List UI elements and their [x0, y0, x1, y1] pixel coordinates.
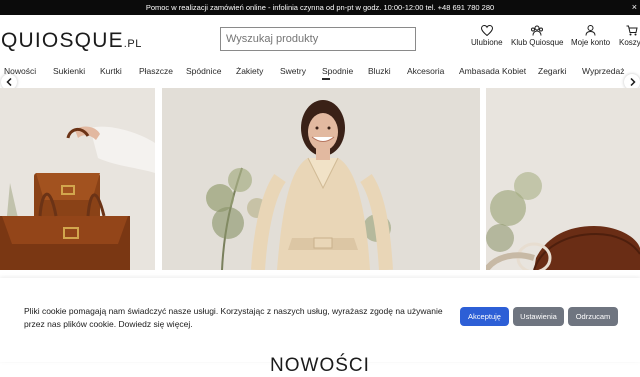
nav-item-spodnie[interactable]: Spodnie — [322, 66, 353, 76]
promo-bar: Pomoc w realizacji zamówień online - inf… — [0, 0, 640, 15]
cookie-text: Pliki cookie pomagają nam świadczyć nasz… — [24, 306, 443, 329]
nav-item-ambasada-kobiet[interactable]: Ambasada Kobiet — [459, 66, 526, 76]
header-actions: Ulubione Klub Quiosque Moje konto Koszy — [0, 25, 640, 55]
nav-item-wyprzedaz[interactable]: Wyprzedaż — [582, 66, 624, 76]
cookie-settings-button[interactable]: Ustawienia — [513, 307, 564, 326]
club-icon — [531, 25, 544, 36]
account-label: Moje konto — [571, 38, 611, 47]
belts-image — [486, 88, 640, 270]
site-header: QUIOSQUE.PL Ulubione Klub Quiosque Moje … — [0, 15, 640, 62]
section-title: NOWOŚCI — [270, 355, 370, 376]
nav-active-indicator — [322, 78, 330, 80]
reject-cookies-button[interactable]: Odrzucam — [568, 307, 618, 326]
woman-dress-image — [162, 88, 480, 270]
favorites-link[interactable]: Ulubione — [471, 25, 503, 47]
chevron-right-icon — [629, 78, 636, 86]
heart-icon — [480, 25, 493, 36]
cart-label: Koszyk — [619, 38, 640, 47]
slide-belts[interactable] — [486, 88, 640, 270]
close-icon[interactable]: × — [632, 2, 637, 12]
nav-item-bluzki[interactable]: Bluzki — [368, 66, 391, 76]
promo-message: Pomoc w realizacji zamówień online - inf… — [145, 3, 495, 12]
nav-item-spodnice[interactable]: Spódnice — [186, 66, 221, 76]
chevron-left-icon — [5, 78, 12, 86]
cookie-banner: Pliki cookie pomagają nam świadczyć nasz… — [0, 278, 640, 362]
nav-item-sukienki[interactable]: Sukienki — [53, 66, 85, 76]
nav-item-swetry[interactable]: Swetry — [280, 66, 306, 76]
club-label: Klub Quiosque — [511, 38, 564, 47]
nav-item-kurtki[interactable]: Kurtki — [100, 66, 122, 76]
cart-icon — [626, 25, 638, 36]
nav-item-akcesoria[interactable]: Akcesoria — [407, 66, 444, 76]
accept-cookies-button[interactable]: Akceptuję — [460, 307, 509, 326]
category-nav: Nowości Sukienki Kurtki Płaszcze Spódnic… — [0, 62, 640, 82]
hero-slider — [0, 88, 640, 270]
club-link[interactable]: Klub Quiosque — [511, 25, 563, 47]
favorites-label: Ulubione — [471, 38, 503, 47]
cart-link[interactable]: Koszyk — [619, 25, 640, 47]
bags-image — [0, 88, 155, 270]
slide-bags[interactable] — [0, 88, 155, 270]
nav-item-zakiety[interactable]: Żakiety — [236, 66, 263, 76]
nav-item-zegarki[interactable]: Zegarki — [538, 66, 566, 76]
user-icon — [585, 25, 596, 36]
nav-item-plaszcze[interactable]: Płaszcze — [139, 66, 173, 76]
slide-woman-dress[interactable] — [162, 88, 480, 270]
account-link[interactable]: Moje konto — [571, 25, 610, 47]
